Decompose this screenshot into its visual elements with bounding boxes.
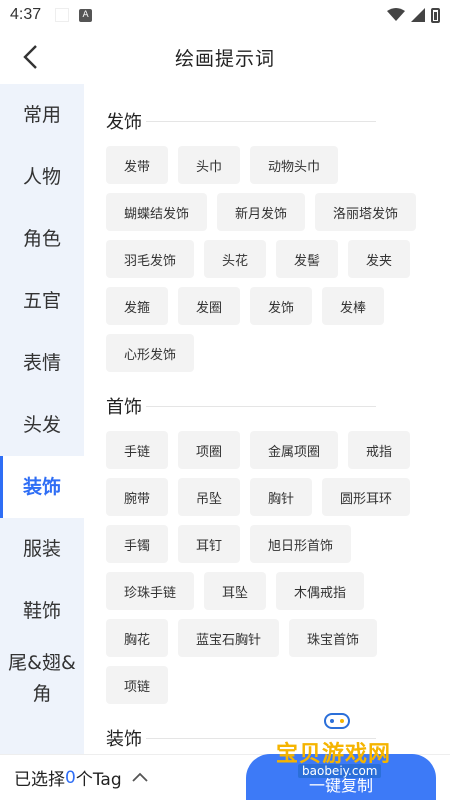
watermark: 宝贝游戏网 baobeiy.com xyxy=(276,708,426,782)
tag-chip[interactable]: 木偶戒指 xyxy=(276,572,365,610)
sidebar-item[interactable]: 角色 xyxy=(0,208,84,270)
tag-chip[interactable]: 发夹 xyxy=(348,240,411,278)
tag-chip[interactable]: 发箍 xyxy=(106,287,169,325)
tag-chip[interactable]: 项圈 xyxy=(178,431,241,469)
section-header: 首饰 xyxy=(106,391,450,421)
tag-chip[interactable]: 蓝宝石胸针 xyxy=(178,619,280,657)
tag-chip[interactable]: 戒指 xyxy=(348,431,411,469)
sidebar-item[interactable]: 头发 xyxy=(0,394,84,456)
chevron-up-icon[interactable] xyxy=(131,770,148,786)
tag-chip[interactable]: 项链 xyxy=(106,666,169,704)
sidebar-item[interactable]: 尾&翅& 角 xyxy=(0,642,84,716)
section-title: 首饰 xyxy=(106,397,142,418)
tag-chip[interactable]: 旭日形首饰 xyxy=(250,525,352,563)
tag-chip[interactable]: 金属项圈 xyxy=(250,431,339,469)
section-divider xyxy=(146,120,376,122)
tag-chip[interactable]: 胸针 xyxy=(250,478,313,516)
back-button[interactable] xyxy=(14,40,46,74)
tag-chip[interactable]: 手镯 xyxy=(106,525,169,563)
category-sidebar: 常用 人物 角色 五官 表情 头发 装饰 服装 鞋饰 尾&翅& 角 xyxy=(0,84,84,754)
tag-chip[interactable]: 心形发饰 xyxy=(106,334,195,372)
tag-chip[interactable]: 圆形耳环 xyxy=(322,478,411,516)
section-title: 发饰 xyxy=(106,112,142,133)
selected-prefix: 已选择 xyxy=(14,770,65,790)
watermark-url: baobeiy.com xyxy=(298,764,382,778)
sidebar-item[interactable]: 五官 xyxy=(0,270,84,332)
tag-chip[interactable]: 蝴蝶结发饰 xyxy=(106,193,208,231)
gamepad-icon xyxy=(324,713,350,729)
notification-icon xyxy=(55,8,70,22)
tag-chip[interactable]: 动物头巾 xyxy=(250,146,339,184)
sidebar-item[interactable]: 服装 xyxy=(0,518,84,580)
tag-chip[interactable]: 手链 xyxy=(106,431,169,469)
tag-chip[interactable]: 珍珠手链 xyxy=(106,572,195,610)
sidebar-item[interactable]: 装饰 xyxy=(0,456,84,518)
tag-chip[interactable]: 羽毛发饰 xyxy=(106,240,195,278)
battery-icon xyxy=(431,7,440,23)
wifi-icon xyxy=(387,8,405,21)
tag-chip[interactable]: 发棒 xyxy=(322,287,385,325)
tag-list: 发带 头巾 动物头巾蝴蝶结发饰 新月发饰 洛丽塔发饰羽毛发饰 头花 发髻 发夹发箍 发圈 发饰 发棒… xyxy=(106,146,446,381)
signal-icon xyxy=(411,8,425,22)
sidebar-item[interactable]: 鞋饰 xyxy=(0,580,84,642)
tag-chip[interactable]: 胸花 xyxy=(106,619,169,657)
section-divider xyxy=(146,405,376,407)
status-right xyxy=(387,7,440,23)
tag-chip[interactable]: 头巾 xyxy=(178,146,241,184)
status-time: 4:37 xyxy=(10,6,42,23)
tag-chip[interactable]: 发髻 xyxy=(276,240,339,278)
tag-list: 手链 项圈 金属项圈 戒指腕带 吊坠 胸针 圆形耳环手镯 耳钉 旭日形首饰珍珠手链 耳坠 木偶戒指胸… xyxy=(106,431,446,713)
section-header: 发饰 xyxy=(106,106,450,136)
chevron-left-icon xyxy=(23,45,37,69)
tag-chip[interactable]: 发带 xyxy=(106,146,169,184)
tag-chip[interactable]: 头花 xyxy=(204,240,267,278)
tag-chip[interactable]: 珠宝首饰 xyxy=(289,619,378,657)
sidebar-item[interactable]: 人物 xyxy=(0,146,84,208)
tag-chip[interactable]: 耳钉 xyxy=(178,525,241,563)
a-icon: A xyxy=(79,8,93,22)
tag-chip[interactable]: 腕带 xyxy=(106,478,169,516)
tag-chip[interactable]: 发饰 xyxy=(250,287,313,325)
status-bar: 4:37 A xyxy=(0,0,450,30)
selected-suffix: 个Tag xyxy=(75,770,122,790)
section-title: 装饰 xyxy=(106,729,142,750)
tag-content: 发饰 发带 头巾 动物头巾 蝴蝶结发饰 新月发饰 洛丽塔发饰 羽毛发饰 头花 发髻 发夹 发箍 发圈 发饰… xyxy=(84,84,450,754)
tag-chip[interactable]: 发圈 xyxy=(178,287,241,325)
sidebar-item[interactable]: 表情 xyxy=(0,332,84,394)
tag-chip[interactable]: 耳坠 xyxy=(204,572,267,610)
tag-chip[interactable]: 吊坠 xyxy=(178,478,241,516)
page-title: 绘画提示词 xyxy=(174,47,275,70)
tag-chip[interactable]: 洛丽塔发饰 xyxy=(315,193,417,231)
tag-chip[interactable]: 新月发饰 xyxy=(217,193,306,231)
sidebar-item[interactable]: 常用 xyxy=(0,84,84,146)
selected-count: 0 xyxy=(65,767,76,788)
app-header: 绘画提示词 xyxy=(0,30,450,84)
